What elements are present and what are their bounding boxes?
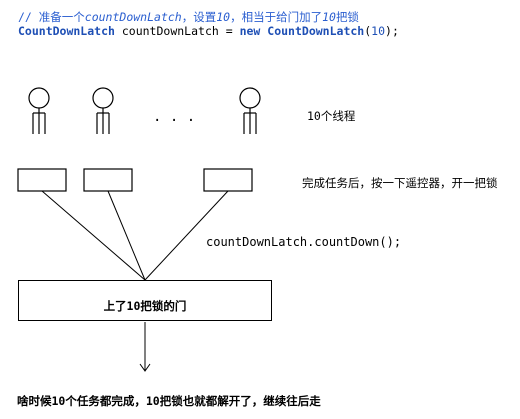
door-label: 上了10把锁的门 xyxy=(103,299,187,313)
signal-line-1 xyxy=(41,190,146,281)
threads-label: 10个线程 xyxy=(307,109,356,123)
down-arrow xyxy=(139,322,151,372)
remote-box-2 xyxy=(83,168,133,192)
remote-box-3 xyxy=(203,168,253,192)
ellipsis: . . . xyxy=(153,109,195,125)
thread-figure-2 xyxy=(92,87,114,134)
completion-label: 啥时候10个任务都完成，10把锁也就都解开了，继续往后走 xyxy=(17,394,321,408)
remote-label: 完成任务后，按一下遥控器，开一把锁 xyxy=(302,176,498,190)
latch-diagram: . . . xyxy=(17,87,261,372)
signal-line-2 xyxy=(107,190,146,281)
thread-figure-3 xyxy=(239,87,261,134)
stick-figures xyxy=(28,87,261,134)
countdown-call-label: countDownLatch.countDown(); xyxy=(206,235,402,249)
remote-boxes xyxy=(17,168,253,192)
locked-door-box: 上了10把锁的门 xyxy=(18,280,272,321)
signal-lines xyxy=(41,190,229,281)
remote-box-1 xyxy=(17,168,67,192)
thread-figure-1 xyxy=(28,87,50,134)
